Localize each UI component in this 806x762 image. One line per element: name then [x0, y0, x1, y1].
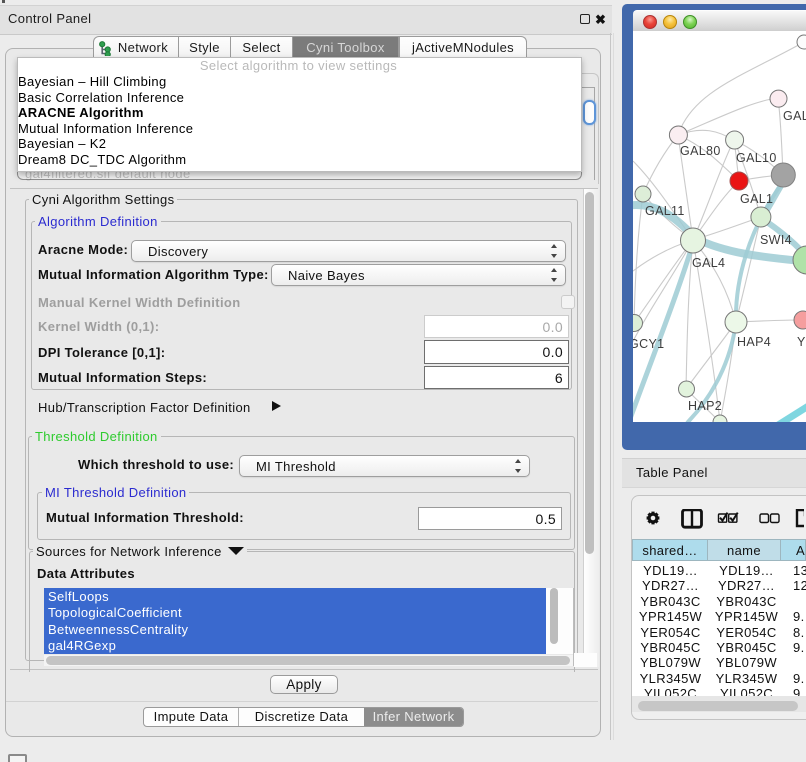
svg-text:Y: Y	[797, 335, 806, 349]
svg-text:HAP2: HAP2	[688, 399, 722, 413]
svg-text:GAL1: GAL1	[740, 192, 773, 206]
svg-text:GAL2: GAL2	[783, 109, 806, 123]
svg-text:GAL80: GAL80	[680, 144, 721, 158]
svg-text:HAP4: HAP4	[737, 335, 771, 349]
svg-text:GAL11: GAL11	[645, 204, 685, 218]
svg-text:GCY1: GCY1	[633, 337, 664, 351]
svg-text:SWI4: SWI4	[760, 233, 792, 247]
svg-text:GAL10: GAL10	[736, 151, 777, 165]
svg-text:GAL4: GAL4	[692, 256, 725, 270]
